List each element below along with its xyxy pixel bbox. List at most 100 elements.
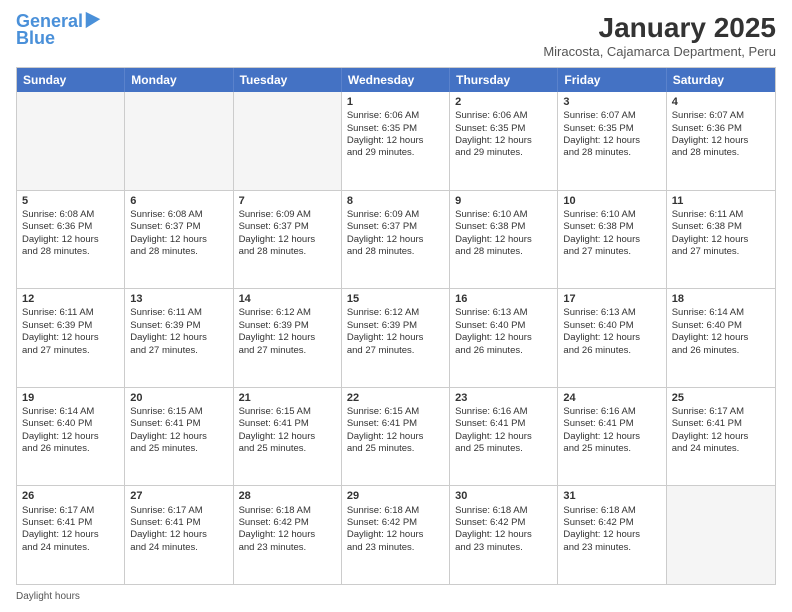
day-info: Sunset: 6:39 PM bbox=[347, 320, 444, 332]
calendar-cell: 11Sunrise: 6:11 AMSunset: 6:38 PMDayligh… bbox=[667, 191, 775, 289]
location-subtitle: Miracosta, Cajamarca Department, Peru bbox=[543, 44, 776, 59]
day-info: Sunset: 6:41 PM bbox=[22, 517, 119, 529]
day-info: and 28 minutes. bbox=[22, 246, 119, 258]
day-info: Sunset: 6:35 PM bbox=[347, 123, 444, 135]
day-info: Sunrise: 6:14 AM bbox=[672, 307, 770, 319]
day-info: Sunset: 6:37 PM bbox=[130, 221, 227, 233]
day-info: Sunset: 6:39 PM bbox=[239, 320, 336, 332]
day-info: Sunrise: 6:11 AM bbox=[22, 307, 119, 319]
day-info: Sunset: 6:38 PM bbox=[563, 221, 660, 233]
calendar-cell: 22Sunrise: 6:15 AMSunset: 6:41 PMDayligh… bbox=[342, 388, 450, 486]
calendar-cell: 7Sunrise: 6:09 AMSunset: 6:37 PMDaylight… bbox=[234, 191, 342, 289]
calendar-cell: 20Sunrise: 6:15 AMSunset: 6:41 PMDayligh… bbox=[125, 388, 233, 486]
day-number: 21 bbox=[239, 391, 336, 405]
day-info: Sunset: 6:42 PM bbox=[455, 517, 552, 529]
day-info: Sunrise: 6:08 AM bbox=[130, 209, 227, 221]
day-info: Sunset: 6:39 PM bbox=[130, 320, 227, 332]
day-number: 9 bbox=[455, 194, 552, 208]
day-info: Daylight: 12 hours bbox=[347, 234, 444, 246]
calendar-cell: 30 Sunrise: 6:18 AMSunset: 6:42 PMDayligh… bbox=[450, 486, 558, 584]
calendar-cell: 15Sunrise: 6:12 AMSunset: 6:39 PMDayligh… bbox=[342, 289, 450, 387]
day-info: Daylight: 12 hours bbox=[455, 431, 552, 443]
day-info: Sunrise: 6:09 AM bbox=[239, 209, 336, 221]
day-info: Sunrise: 6:10 AM bbox=[455, 209, 552, 221]
day-info: Sunset: 6:41 PM bbox=[455, 418, 552, 430]
day-number: 30 bbox=[455, 489, 552, 503]
calendar-body: 1Sunrise: 6:06 AMSunset: 6:35 PMDaylight… bbox=[17, 92, 775, 584]
day-info: Sunrise: 6:13 AM bbox=[563, 307, 660, 319]
day-number: 11 bbox=[672, 194, 770, 208]
day-info: and 27 minutes. bbox=[239, 345, 336, 357]
day-info: and 28 minutes. bbox=[130, 246, 227, 258]
calendar-cell bbox=[17, 92, 125, 190]
day-info: Sunrise: 6:06 AM bbox=[347, 110, 444, 122]
day-info: and 25 minutes. bbox=[563, 443, 660, 455]
day-info: Sunrise: 6:11 AM bbox=[672, 209, 770, 221]
day-info: Sunrise: 6:11 AM bbox=[130, 307, 227, 319]
calendar-cell: 8Sunrise: 6:09 AMSunset: 6:37 PMDaylight… bbox=[342, 191, 450, 289]
day-info: Sunrise: 6:17 AM bbox=[672, 406, 770, 418]
calendar-cell: 19Sunrise: 6:14 AMSunset: 6:40 PMDayligh… bbox=[17, 388, 125, 486]
day-info: Sunrise: 6:12 AM bbox=[239, 307, 336, 319]
day-info: and 27 minutes. bbox=[22, 345, 119, 357]
day-info: and 24 minutes. bbox=[22, 542, 119, 554]
day-info: Daylight: 12 hours bbox=[130, 234, 227, 246]
day-info: Daylight: 12 hours bbox=[455, 529, 552, 541]
day-info: Sunset: 6:40 PM bbox=[22, 418, 119, 430]
calendar-cell bbox=[234, 92, 342, 190]
day-number: 19 bbox=[22, 391, 119, 405]
day-info: Sunset: 6:41 PM bbox=[239, 418, 336, 430]
day-info: and 29 minutes. bbox=[347, 147, 444, 159]
day-info: Daylight: 12 hours bbox=[455, 135, 552, 147]
day-header-saturday: Saturday bbox=[667, 68, 775, 92]
calendar-cell: 25Sunrise: 6:17 AMSunset: 6:41 PMDayligh… bbox=[667, 388, 775, 486]
day-header-thursday: Thursday bbox=[450, 68, 558, 92]
day-info: Sunrise: 6:13 AM bbox=[455, 307, 552, 319]
calendar-cell: 3Sunrise: 6:07 AMSunset: 6:35 PMDaylight… bbox=[558, 92, 666, 190]
day-info: Sunset: 6:36 PM bbox=[22, 221, 119, 233]
calendar-cell: 9Sunrise: 6:10 AMSunset: 6:38 PMDaylight… bbox=[450, 191, 558, 289]
day-info: Daylight: 12 hours bbox=[130, 332, 227, 344]
logo: General Blue bbox=[16, 12, 101, 49]
day-number: 20 bbox=[130, 391, 227, 405]
day-info: Sunrise: 6:12 AM bbox=[347, 307, 444, 319]
calendar-cell: 23Sunrise: 6:16 AMSunset: 6:41 PMDayligh… bbox=[450, 388, 558, 486]
calendar-week-4: 19Sunrise: 6:14 AMSunset: 6:40 PM Dayligh… bbox=[17, 388, 775, 487]
calendar-cell: 2Sunrise: 6:06 AMSunset: 6:35 PMDaylight… bbox=[450, 92, 558, 190]
day-info: and 25 minutes. bbox=[130, 443, 227, 455]
day-info: and 26 minutes. bbox=[672, 345, 770, 357]
day-info: Sunrise: 6:18 AM bbox=[347, 505, 444, 517]
calendar-cell: 29Sunrise: 6:18 AMSunset: 6:42 PMDayligh… bbox=[342, 486, 450, 584]
day-info: and 26 minutes. bbox=[455, 345, 552, 357]
day-number: 24 bbox=[563, 391, 660, 405]
day-info: Daylight: 12 hours bbox=[455, 332, 552, 344]
day-info: Sunrise: 6:15 AM bbox=[347, 406, 444, 418]
day-info: Sunset: 6:38 PM bbox=[672, 221, 770, 233]
day-info: and 27 minutes. bbox=[672, 246, 770, 258]
day-number: 2 bbox=[455, 95, 552, 109]
day-number: 14 bbox=[239, 292, 336, 306]
day-number: 23 bbox=[455, 391, 552, 405]
day-info: and 25 minutes. bbox=[347, 443, 444, 455]
day-number: 31 bbox=[563, 489, 660, 503]
day-info: Sunrise: 6:18 AM bbox=[455, 505, 552, 517]
calendar-cell: 27Sunrise: 6:17 AMSunset: 6:41 PMDayligh… bbox=[125, 486, 233, 584]
day-header-friday: Friday bbox=[558, 68, 666, 92]
footer-note: Daylight hours bbox=[16, 591, 776, 602]
day-info: Sunset: 6:37 PM bbox=[239, 221, 336, 233]
day-info: Sunrise: 6:15 AM bbox=[130, 406, 227, 418]
day-info: Daylight: 12 hours bbox=[22, 332, 119, 344]
logo-icon bbox=[85, 10, 101, 30]
day-info: Sunrise: 6:14 AM bbox=[22, 406, 119, 418]
calendar-cell: 21Sunrise: 6:15 AMSunset: 6:41 PMDayligh… bbox=[234, 388, 342, 486]
day-info: and 27 minutes. bbox=[563, 246, 660, 258]
day-info: and 27 minutes. bbox=[130, 345, 227, 357]
day-header-sunday: Sunday bbox=[17, 68, 125, 92]
day-info: and 25 minutes. bbox=[455, 443, 552, 455]
day-number: 26 bbox=[22, 489, 119, 503]
day-info: Sunset: 6:36 PM bbox=[672, 123, 770, 135]
day-info: Daylight: 12 hours bbox=[347, 332, 444, 344]
day-info: Sunrise: 6:16 AM bbox=[455, 406, 552, 418]
day-number: 16 bbox=[455, 292, 552, 306]
day-info: Daylight: 12 hours bbox=[672, 135, 770, 147]
